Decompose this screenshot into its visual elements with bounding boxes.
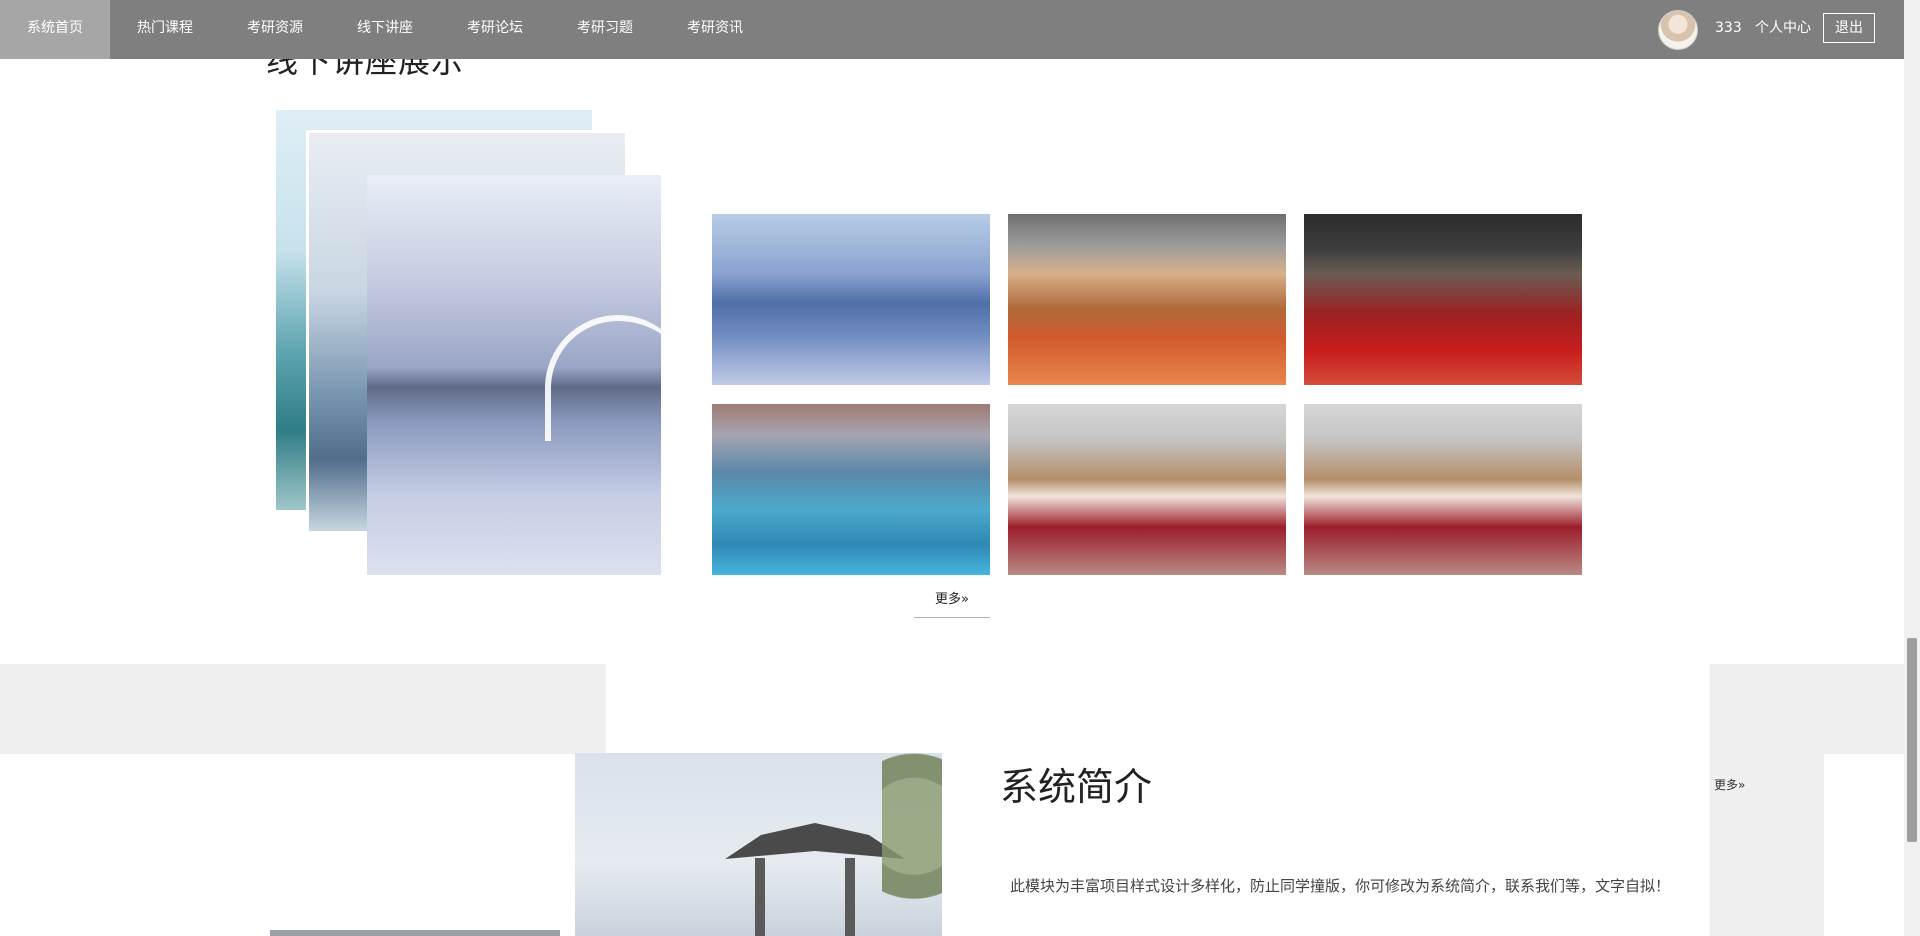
intro-band-left — [0, 754, 606, 936]
nav-item-resources[interactable]: 考研资源 — [220, 0, 330, 59]
scrollbar-thumb[interactable] — [1907, 638, 1917, 842]
nav-item-home[interactable]: 系统首页 — [0, 0, 110, 59]
intro-text: 此模块为丰富项目样式设计多样化，防止同学撞版，你可修改为系统简介，联系我们等，文… — [1010, 877, 1671, 895]
pavilion-pillar — [845, 858, 855, 936]
lecture-photo-5[interactable] — [1008, 404, 1286, 575]
intro-title: 系统简介 — [1000, 765, 1153, 809]
lecture-photo-1[interactable] — [712, 214, 990, 385]
intro-more-button[interactable]: 更多» — [1714, 776, 1745, 793]
partial-image-strip — [270, 930, 560, 936]
nav-item-news[interactable]: 考研资讯 — [660, 0, 770, 59]
tree-shape — [882, 753, 942, 936]
username-label: 333 — [1715, 20, 1742, 36]
lecture-photo-4[interactable] — [712, 404, 990, 575]
profile-link[interactable]: 个人中心 — [1755, 0, 1811, 56]
pavilion-pillar — [755, 858, 765, 936]
stack-photo-front — [367, 175, 691, 575]
pavilion-roof-shape — [725, 823, 905, 859]
lecture-photo-6[interactable] — [1304, 404, 1582, 575]
lecture-photo-2[interactable] — [1008, 214, 1286, 385]
nav-item-forum[interactable]: 考研论坛 — [440, 0, 550, 59]
intro-band-right — [1710, 668, 1824, 936]
lecture-photo-3[interactable] — [1304, 214, 1582, 385]
lectures-more-button[interactable]: 更多» — [914, 587, 990, 618]
nav-item-lectures[interactable]: 线下讲座 — [330, 0, 440, 59]
nav-item-exercises[interactable]: 考研习题 — [550, 0, 660, 59]
nav-item-courses[interactable]: 热门课程 — [110, 0, 220, 59]
logout-button[interactable]: 退出 — [1823, 13, 1875, 43]
top-navbar: 系统首页 热门课程 考研资源 线下讲座 考研论坛 考研习题 考研资讯 333 个… — [0, 0, 1904, 59]
avatar[interactable] — [1658, 10, 1698, 50]
pavilion-photo — [575, 753, 942, 936]
bridge-arc-shape — [545, 315, 691, 441]
